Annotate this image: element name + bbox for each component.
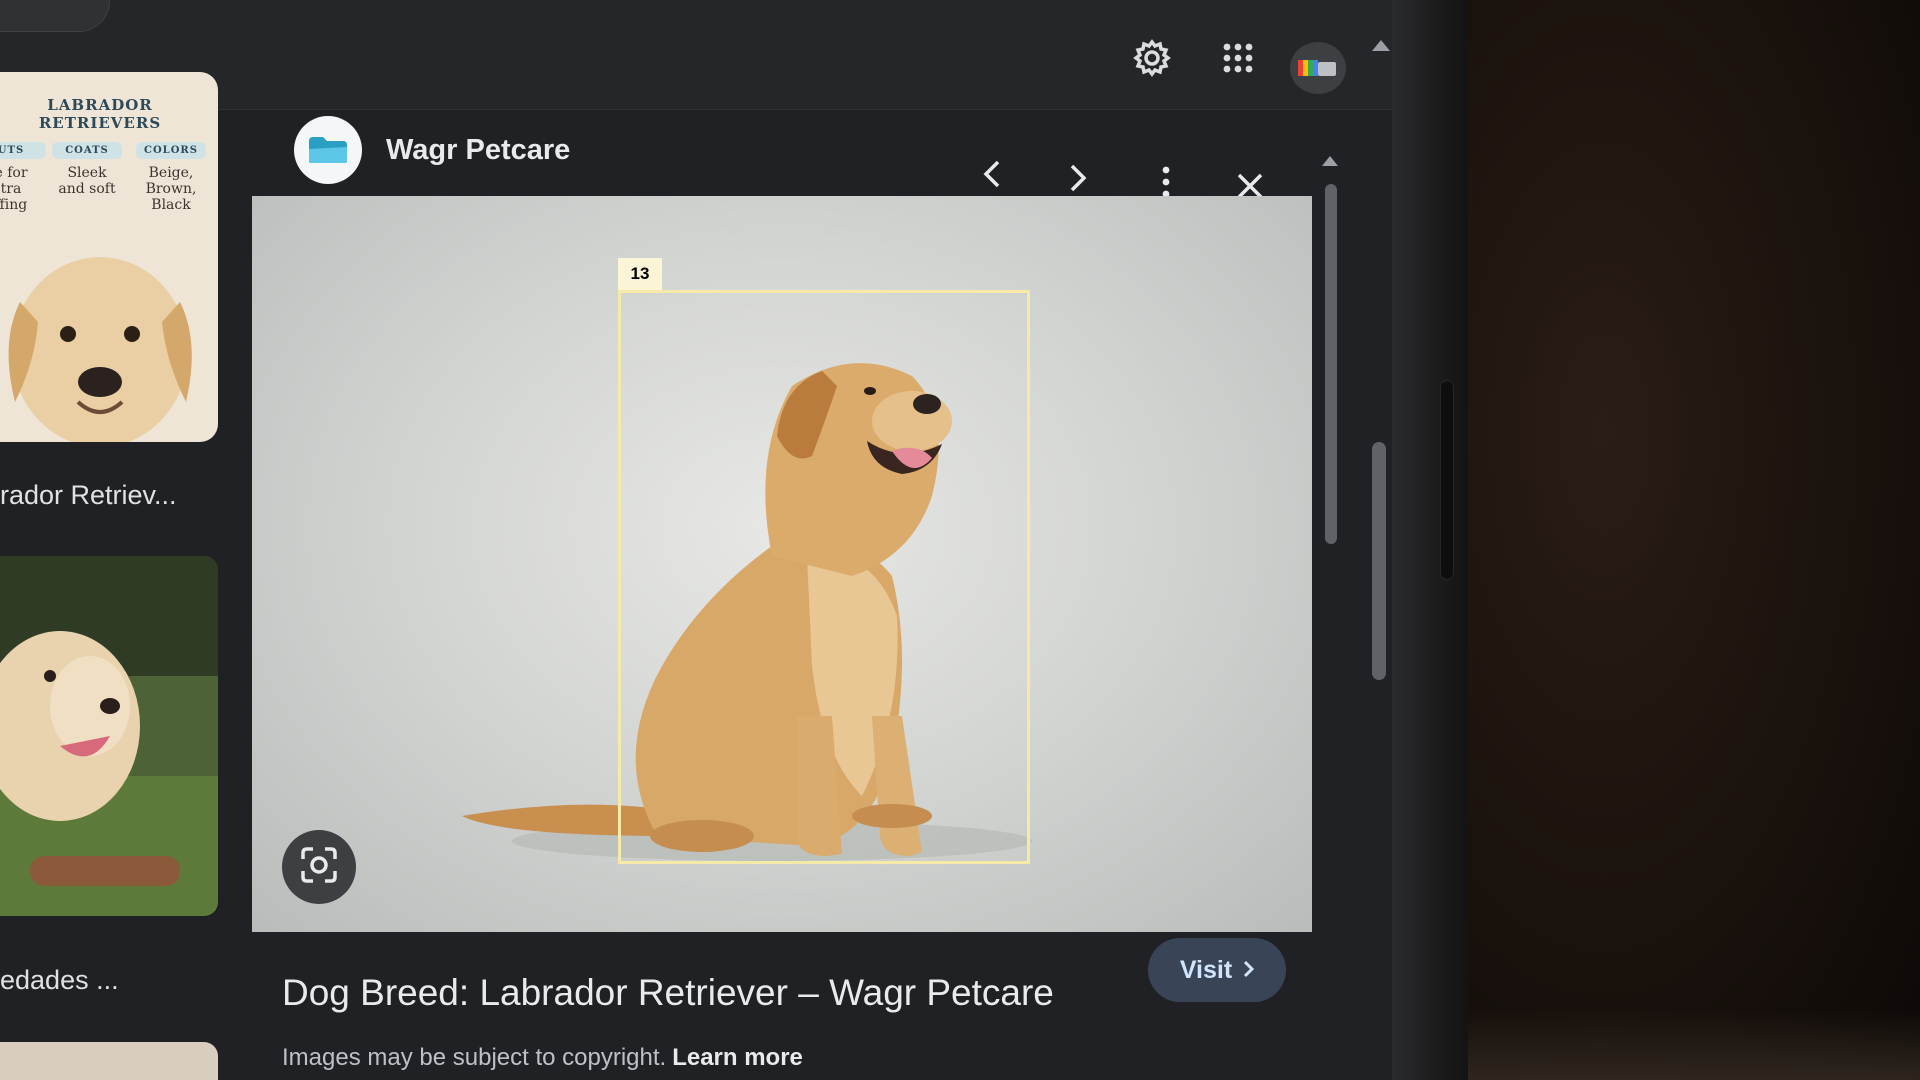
chevron-left-icon: [981, 159, 1003, 194]
desk-surface: [1468, 1010, 1920, 1080]
site-name[interactable]: Wagr Petcare: [386, 134, 570, 167]
result-caption[interactable]: edades ...: [0, 965, 119, 996]
copyright-text: Images may be subject to copyright.: [282, 1044, 667, 1071]
panel-scroll-up-arrow-icon[interactable]: [1322, 156, 1338, 166]
result-thumbnail[interactable]: [0, 1042, 218, 1080]
infographic-body: Beige, Brown, Black: [145, 165, 197, 213]
chevron-right-icon: [1242, 956, 1255, 985]
apps-grid-icon[interactable]: [1216, 36, 1260, 80]
monitor-bezel: [1392, 0, 1468, 1080]
annotation-tag: 13: [618, 258, 662, 290]
page-scroll-up-arrow-icon[interactable]: [1372, 40, 1390, 51]
infographic-heading: UTS: [0, 142, 46, 159]
dog-photo: [0, 556, 218, 916]
infographic-title: LABRADOR RETRIEVERS: [38, 96, 162, 132]
infographic-heading: COLORS: [136, 142, 206, 159]
gear-icon[interactable]: [1130, 36, 1174, 80]
infographic-column: COLORS Beige, Brown, Black: [136, 142, 206, 213]
result-caption[interactable]: rador Retriev...: [0, 480, 177, 511]
site-logo-icon[interactable]: [294, 116, 362, 184]
infographic-column: UTS e for tra ffing: [0, 142, 46, 213]
account-avatar[interactable]: [1290, 42, 1346, 94]
lens-icon: [299, 845, 339, 890]
infographic-body: e for tra ffing: [0, 165, 28, 213]
monitor-edge-detail: [1440, 380, 1454, 580]
visit-label: Visit: [1179, 955, 1233, 984]
room-background: [1468, 0, 1920, 1080]
lens-search-button[interactable]: [282, 830, 356, 904]
panel-scrollbar-thumb[interactable]: [1325, 184, 1337, 544]
copyright-notice: Images may be subject to copyright. Learn…: [282, 1044, 803, 1072]
search-box[interactable]: [0, 0, 110, 32]
result-thumbnail[interactable]: LABRADOR RETRIEVERS UTS e for tra ffing …: [0, 72, 218, 442]
next-button[interactable]: [1058, 160, 1098, 200]
dog-face-illustration: [8, 257, 192, 442]
previous-button[interactable]: [972, 156, 1012, 196]
image-detail-panel: Wagr Petcare 13 Visit Dog Breed: Labrado…: [252, 110, 1372, 1080]
preview-image[interactable]: 13: [252, 196, 1312, 932]
learn-more-link[interactable]: Learn more: [672, 1044, 803, 1071]
panel-header: Wagr Petcare: [252, 110, 1372, 200]
infographic-column: COATS Sleek and soft: [52, 142, 122, 197]
page-scrollbar-thumb[interactable]: [1372, 442, 1386, 680]
visit-button[interactable]: Visit: [1148, 938, 1286, 1002]
infographic-heading: COATS: [52, 142, 122, 159]
results-column: LABRADOR RETRIEVERS UTS e for tra ffing …: [0, 72, 230, 1080]
result-title[interactable]: Dog Breed: Labrador Retriever – Wagr Pet…: [282, 972, 1054, 1014]
infographic-body: Sleek and soft: [58, 165, 116, 197]
browser-screen: LABRADOR RETRIEVERS UTS e for tra ffing …: [0, 0, 1392, 1080]
chevron-right-icon: [1067, 163, 1089, 198]
annotation-box: [618, 290, 1030, 864]
result-thumbnail[interactable]: [0, 556, 218, 916]
